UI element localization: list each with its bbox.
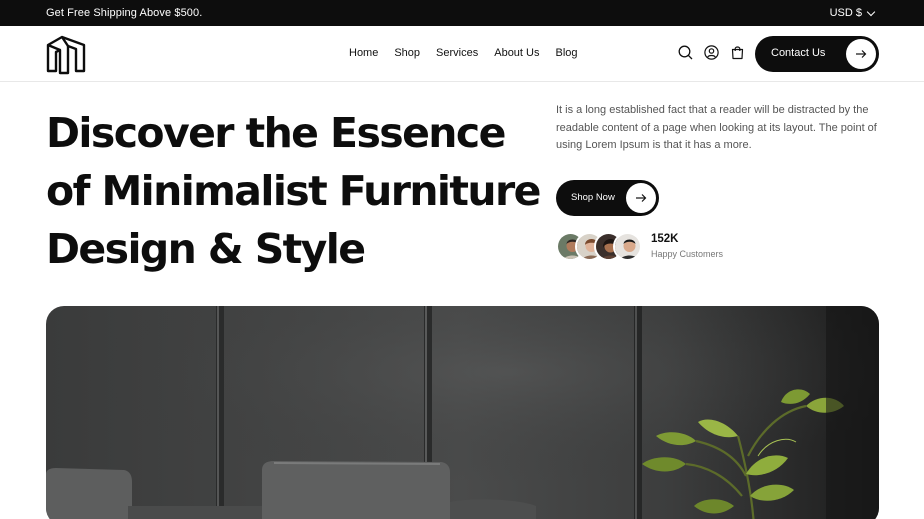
nav-about-us[interactable]: About Us [494,47,539,59]
announcement-bar: Get Free Shipping Above $500. USD $ [0,0,924,26]
user-icon[interactable] [704,45,719,60]
search-icon[interactable] [678,45,693,60]
customers-stat: 152K Happy Customers [651,233,723,259]
nav-services[interactable]: Services [436,47,478,59]
currency-label: USD $ [829,7,862,19]
brand-logo-icon[interactable] [46,33,86,75]
headline-line-3: Design & Style [46,225,366,273]
headline-line-2: of Minimalist Furniture [46,167,541,215]
shop-now-button[interactable]: Shop Now [556,180,659,216]
cart-icon[interactable] [730,45,745,60]
contact-us-button[interactable]: Contact Us [755,36,879,72]
header-actions [678,45,745,60]
arrow-right-icon [846,39,876,69]
currency-selector[interactable]: USD $ [829,7,876,19]
contact-us-label: Contact Us [771,47,826,59]
nav-shop[interactable]: Shop [394,47,420,59]
avatar [613,232,642,261]
shop-now-label: Shop Now [571,192,615,203]
customer-avatars [556,232,646,262]
customers-caption: Happy Customers [651,249,724,259]
main-nav: Home Shop Services About Us Blog [349,47,578,59]
shipping-promo: Get Free Shipping Above $500. [46,7,203,19]
hero-headline: Discover the Essence of Minimalist Furni… [46,104,541,278]
hero-image [46,306,879,519]
nav-blog[interactable]: Blog [555,47,577,59]
customers-count: 152K [651,233,679,245]
chevron-down-icon [866,7,876,16]
hero-description: It is a long established fact that a rea… [556,104,877,151]
headline-line-1: Discover the Essence [46,109,506,157]
arrow-right-icon [626,183,656,213]
site-header: Home Shop Services About Us Blog Contact… [0,26,924,82]
nav-home[interactable]: Home [349,47,378,59]
